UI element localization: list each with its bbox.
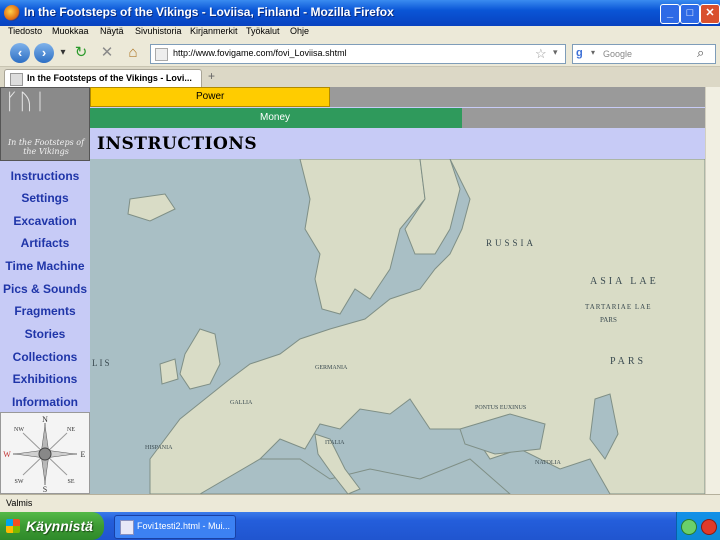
taskbar-item[interactable]: Fovi1testi2.html - Mui...: [114, 515, 236, 539]
menu-item-history[interactable]: Sivuhistoria: [135, 26, 182, 36]
window-title: In the Footsteps of the Vikings - Loviis…: [24, 5, 394, 19]
power-meter: Power: [90, 87, 705, 107]
map-label-lis: LIS: [92, 358, 112, 368]
tab-active[interactable]: In the Footsteps of the Vikings - Lovi..…: [4, 69, 202, 88]
nav-artifacts[interactable]: Artifacts: [0, 236, 90, 250]
money-meter: Money: [90, 108, 705, 128]
start-button[interactable]: Käynnistä: [0, 512, 104, 540]
map-label-pars-2: PARS: [610, 356, 646, 367]
menu-item-tools[interactable]: Työkalut: [246, 26, 280, 36]
europe-map: RUSSIA ASIA LAE TARTARIAE LAE PARS PARS …: [90, 159, 705, 494]
firefox-icon: [4, 5, 20, 21]
compass-w: W: [3, 450, 11, 459]
map-label-asia: ASIA LAE: [590, 276, 659, 287]
money-label: Money: [260, 112, 291, 123]
logo-caption: In the Footsteps of the Vikings: [7, 138, 85, 156]
search-icon[interactable]: ⌕: [697, 45, 704, 61]
compass-n: N: [42, 415, 48, 424]
stop-icon[interactable]: ✕: [98, 44, 116, 62]
map-label-gallia: GALLIA: [230, 400, 253, 406]
status-bar: Valmis: [0, 494, 720, 513]
close-button[interactable]: ✕: [700, 4, 720, 24]
reload-icon[interactable]: ↻: [72, 44, 90, 62]
page-icon: [155, 48, 168, 61]
nav-stories[interactable]: Stories: [0, 327, 90, 341]
url-dropdown-icon[interactable]: ▾: [553, 47, 558, 58]
nav-time-machine[interactable]: Time Machine: [0, 259, 90, 273]
game-logo: ᚴᚢᛁ In the Footsteps of the Vikings: [0, 87, 90, 161]
menu-item-edit[interactable]: Muokkaa: [52, 26, 89, 36]
menu-item-view[interactable]: Näytä: [100, 26, 124, 36]
nav-excavation[interactable]: Excavation: [0, 214, 90, 228]
navigation-toolbar: ‹ › ▾ ↻ ✕ ⌂ http://www.fovigame.com/fovi…: [0, 40, 720, 67]
bookmark-star-icon[interactable]: ☆: [535, 46, 547, 62]
maximize-button[interactable]: □: [680, 4, 700, 24]
windows-taskbar: Käynnistä Fovi1testi2.html - Mui...: [0, 512, 720, 540]
security-alert-icon[interactable]: [701, 519, 717, 535]
minimize-button[interactable]: _: [660, 4, 680, 24]
menu-item-bookmarks[interactable]: Kirjanmerkit: [190, 26, 238, 36]
start-label: Käynnistä: [26, 518, 93, 534]
compass-e: E: [81, 450, 86, 459]
map-label-russia: RUSSIA: [486, 238, 536, 248]
tab-favicon-icon: [10, 73, 23, 86]
map-label-natolia: NATOLIA: [535, 460, 562, 466]
map-label-italia: ITALIA: [325, 440, 345, 446]
forward-button[interactable]: ›: [34, 43, 54, 63]
nav-fragments[interactable]: Fragments: [0, 304, 90, 318]
compass-nw: NW: [14, 427, 24, 433]
nav-settings[interactable]: Settings: [0, 191, 90, 205]
nav-instructions[interactable]: Instructions: [0, 169, 90, 183]
compass-ne: NE: [67, 427, 75, 433]
search-engine-dropdown-icon[interactable]: ▾: [591, 48, 595, 57]
nav-exhibitions[interactable]: Exhibitions: [0, 372, 90, 386]
tab-title: In the Footsteps of the Vikings - Lovi..…: [27, 73, 192, 83]
compass-s: S: [43, 485, 47, 493]
google-icon[interactable]: g: [576, 47, 590, 61]
nav-information[interactable]: Information: [0, 395, 90, 409]
map-label-tartaria: TARTARIAE LAE: [585, 303, 651, 311]
compass-rose-icon: N S E W NW NE SW SE: [0, 412, 90, 494]
map-label-pars: PARS: [600, 316, 617, 324]
compass-sw: SW: [15, 479, 24, 485]
address-bar[interactable]: http://www.fovigame.com/fovi_Loviisa.sht…: [150, 44, 566, 64]
system-tray[interactable]: [676, 512, 720, 540]
network-icon[interactable]: [681, 519, 697, 535]
taskbar-item-label: Fovi1testi2.html - Mui...: [137, 521, 231, 531]
vertical-scrollbar[interactable]: [705, 87, 720, 494]
back-button[interactable]: ‹: [10, 43, 30, 63]
search-input[interactable]: Google: [603, 49, 632, 59]
search-box[interactable]: g ▾ Google ⌕: [572, 44, 716, 64]
new-tab-button[interactable]: +: [208, 69, 215, 83]
tab-strip: In the Footsteps of the Vikings - Lovi..…: [0, 67, 720, 88]
europe-map-drawing: RUSSIA ASIA LAE TARTARIAE LAE PARS PARS …: [90, 159, 705, 494]
game-nav-menu: Instructions Settings Excavation Artifac…: [0, 162, 90, 412]
map-label-germania: GERMANIA: [315, 365, 348, 371]
history-dropdown-icon[interactable]: ▾: [54, 44, 72, 62]
map-label-hispania: HISPANIA: [145, 445, 173, 451]
nav-pics-sounds[interactable]: Pics & Sounds: [0, 282, 90, 296]
logo-runes: ᚴᚢᛁ: [5, 90, 48, 115]
menu-item-file[interactable]: Tiedosto: [8, 26, 42, 36]
page-content: ᚴᚢᛁ In the Footsteps of the Vikings Powe…: [0, 87, 705, 494]
compass-se: SE: [67, 479, 74, 485]
nav-collections[interactable]: Collections: [0, 350, 90, 364]
url-text: http://www.fovigame.com/fovi_Loviisa.sht…: [173, 48, 347, 58]
menu-bar: Tiedosto Muokkaa Näytä Sivuhistoria Kirj…: [0, 26, 720, 40]
power-label: Power: [196, 91, 225, 102]
map-label-pontus: PONTUS EUXINUS: [475, 405, 526, 411]
status-text: Valmis: [6, 498, 33, 508]
page-heading: Instructions: [97, 134, 258, 154]
window-titlebar[interactable]: In the Footsteps of the Vikings - Loviis…: [0, 0, 720, 26]
home-icon[interactable]: ⌂: [124, 44, 142, 62]
windows-logo-icon: [6, 519, 20, 533]
document-icon: [120, 520, 134, 535]
menu-item-help[interactable]: Ohje: [290, 26, 309, 36]
